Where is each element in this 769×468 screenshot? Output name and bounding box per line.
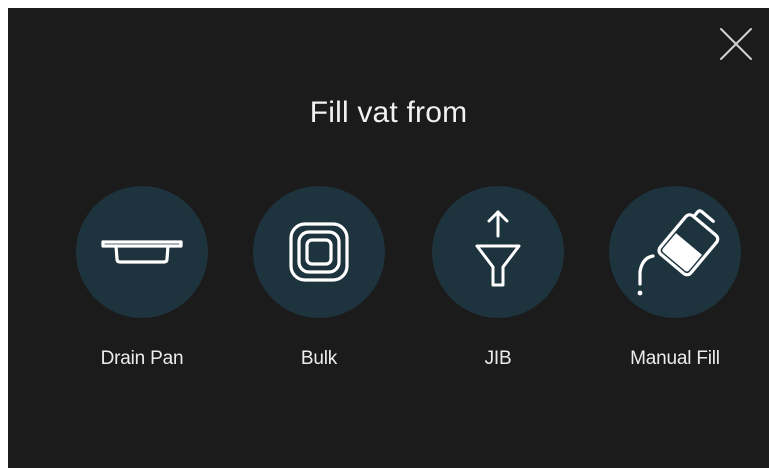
option-manual-fill[interactable]: Manual Fill — [600, 186, 750, 376]
option-label-manual-fill: Manual Fill — [630, 348, 720, 369]
fill-vat-dialog: Fill vat from Drain Pan Bulk JIB Manual … — [8, 8, 769, 468]
option-circle — [432, 186, 564, 318]
option-circle — [253, 186, 385, 318]
option-label-bulk: Bulk — [300, 348, 338, 369]
drain-pan-icon — [101, 240, 183, 264]
option-circle — [76, 186, 208, 318]
bulk-icon — [289, 222, 349, 282]
manual-fill-icon — [637, 209, 720, 296]
close-icon — [720, 28, 752, 60]
option-label-drain-pan: Drain Pan — [100, 348, 184, 369]
option-circle — [609, 186, 741, 318]
close-button[interactable] — [717, 25, 755, 63]
option-jib[interactable]: JIB — [423, 186, 573, 376]
option-label-jib: JIB — [484, 348, 512, 369]
dialog-title: Fill vat from — [309, 96, 468, 129]
jib-icon — [475, 210, 521, 287]
option-drain-pan[interactable]: Drain Pan — [67, 186, 217, 376]
option-bulk[interactable]: Bulk — [244, 186, 394, 376]
